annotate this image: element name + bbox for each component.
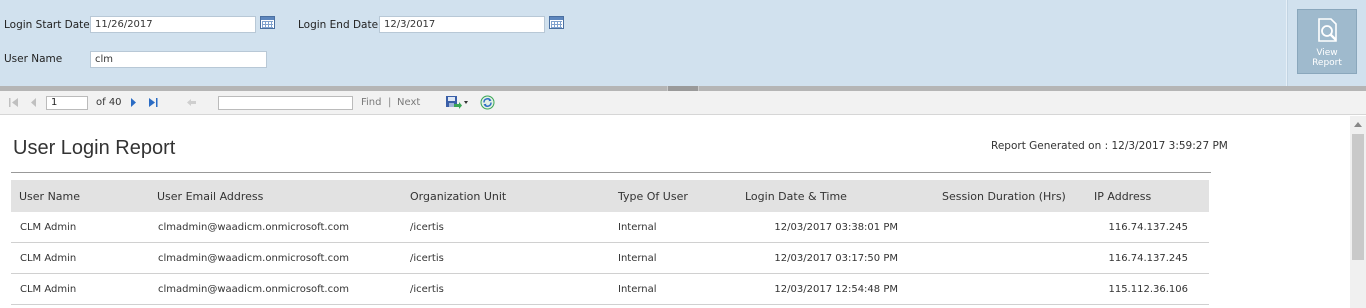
cell-login-datetime: 12/03/2017 03:17:50 PM bbox=[774, 253, 898, 264]
report-title: User Login Report bbox=[13, 137, 176, 159]
column-header-user-name: User Name bbox=[19, 190, 81, 203]
find-input[interactable] bbox=[218, 96, 353, 110]
scrollbar-thumb[interactable] bbox=[1352, 134, 1364, 260]
column-header-user-type: Type Of User bbox=[618, 190, 688, 203]
cell-user-name: CLM Admin bbox=[20, 284, 77, 295]
table-header: User Name User Email Address Organizatio… bbox=[11, 180, 1209, 212]
parameters-panel: Login Start Date 11/26/2017 Login End Da… bbox=[0, 0, 1366, 86]
cell-email: clmadmin@waadicm.onmicrosoft.com bbox=[158, 222, 349, 233]
next-link[interactable]: Next bbox=[397, 97, 420, 108]
cell-email: clmadmin@waadicm.onmicrosoft.com bbox=[158, 253, 349, 264]
cell-org-unit: /icertis bbox=[410, 253, 444, 264]
cell-user-name: CLM Admin bbox=[20, 253, 77, 264]
table-row: CLM Admin clmadmin@waadicm.onmicrosoft.c… bbox=[11, 243, 1209, 274]
cell-user-type: Internal bbox=[618, 284, 657, 295]
user-name-label: User Name bbox=[4, 53, 63, 65]
report-viewer: User Login Report Report Generated on : … bbox=[0, 116, 1350, 308]
end-date-input[interactable]: 12/3/2017 bbox=[379, 16, 545, 33]
table-row: CLM Admin clmadmin@waadicm.onmicrosoft.c… bbox=[11, 274, 1209, 305]
cell-org-unit: /icertis bbox=[410, 222, 444, 233]
panel-divider bbox=[1286, 0, 1288, 86]
cell-user-name: CLM Admin bbox=[20, 222, 77, 233]
next-page-icon[interactable] bbox=[129, 97, 138, 108]
cell-ip-address: 115.112.36.106 bbox=[1108, 284, 1188, 295]
calendar-icon[interactable] bbox=[260, 16, 275, 29]
cell-user-type: Internal bbox=[618, 253, 657, 264]
table-row: CLM Admin clmadmin@waadicm.onmicrosoft.c… bbox=[11, 212, 1209, 243]
column-header-email: User Email Address bbox=[157, 190, 264, 203]
column-header-org-unit: Organization Unit bbox=[410, 190, 507, 203]
view-report-button[interactable]: View Report bbox=[1297, 9, 1357, 74]
previous-page-icon[interactable] bbox=[29, 97, 38, 108]
user-name-input[interactable]: clm bbox=[90, 51, 267, 68]
start-date-input[interactable]: 11/26/2017 bbox=[90, 16, 256, 33]
start-date-label: Login Start Date bbox=[4, 19, 90, 31]
title-divider bbox=[11, 172, 1211, 173]
cell-user-type: Internal bbox=[618, 222, 657, 233]
cell-ip-address: 116.74.137.245 bbox=[1108, 222, 1188, 233]
find-separator: | bbox=[388, 97, 392, 108]
report-toolbar: 1 of 40 Find | Next bbox=[0, 91, 1366, 115]
view-report-label-line2: Report bbox=[1312, 58, 1342, 68]
column-header-session-duration: Session Duration (Hrs) bbox=[942, 190, 1066, 203]
cell-email: clmadmin@waadicm.onmicrosoft.com bbox=[158, 284, 349, 295]
column-header-login-datetime: Login Date & Time bbox=[745, 190, 847, 203]
back-icon[interactable] bbox=[186, 97, 197, 108]
calendar-icon[interactable] bbox=[549, 16, 564, 29]
page-count-text: of 40 bbox=[96, 97, 122, 108]
vertical-scrollbar[interactable] bbox=[1350, 116, 1366, 308]
cell-org-unit: /icertis bbox=[410, 284, 444, 295]
view-report-label-line1: View bbox=[1316, 48, 1338, 58]
refresh-icon[interactable] bbox=[480, 95, 495, 110]
column-header-ip-address: IP Address bbox=[1094, 190, 1152, 203]
end-date-label: Login End Date bbox=[298, 19, 379, 31]
cell-login-datetime: 12/03/2017 03:38:01 PM bbox=[774, 222, 898, 233]
view-report-icon bbox=[1318, 18, 1337, 42]
scroll-up-arrow-icon[interactable] bbox=[1354, 122, 1362, 127]
find-link[interactable]: Find bbox=[361, 97, 382, 108]
cell-ip-address: 116.74.137.245 bbox=[1108, 253, 1188, 264]
cell-login-datetime: 12/03/2017 12:54:48 PM bbox=[774, 284, 898, 295]
report-generated-text: Report Generated on : 12/3/2017 3:59:27 … bbox=[991, 140, 1228, 152]
first-page-icon[interactable] bbox=[8, 97, 19, 108]
last-page-icon[interactable] bbox=[148, 97, 159, 108]
export-icon[interactable] bbox=[445, 95, 469, 110]
page-number-input[interactable]: 1 bbox=[46, 96, 88, 110]
